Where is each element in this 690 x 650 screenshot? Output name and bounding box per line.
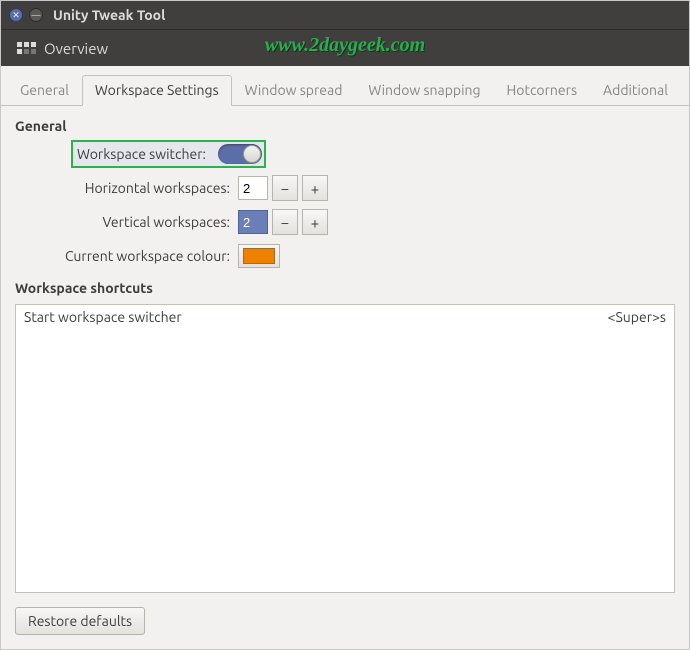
highlight-annotation: Workspace switcher:: [71, 140, 266, 168]
horizontal-workspaces-label: Horizontal workspaces:: [15, 180, 238, 196]
vertical-workspaces-label: Vertical workspaces:: [15, 214, 238, 230]
restore-defaults-button[interactable]: Restore defaults: [15, 607, 145, 635]
vertical-workspaces-input[interactable]: [238, 210, 268, 234]
workspace-switcher-toggle[interactable]: [218, 144, 262, 164]
overview-button[interactable]: Overview: [44, 40, 108, 57]
tab-general[interactable]: General: [7, 75, 82, 106]
vertical-plus-button[interactable]: +: [302, 209, 328, 235]
horizontal-minus-button[interactable]: −: [272, 175, 298, 201]
tab-window-spread[interactable]: Window spread: [232, 75, 356, 106]
workspace-switcher-label: Workspace switcher:: [77, 146, 206, 162]
section-shortcuts-title: Workspace shortcuts: [15, 280, 675, 296]
vertical-minus-button[interactable]: −: [272, 209, 298, 235]
horizontal-workspaces-input[interactable]: [238, 176, 268, 200]
toolbar: Overview www.2daygeek.com: [1, 29, 689, 66]
shortcut-list[interactable]: Start workspace switcher <Super>s: [15, 304, 675, 593]
overview-icon[interactable]: [17, 42, 36, 54]
workspace-colour-button[interactable]: [238, 244, 280, 268]
workspace-switcher-row: Workspace switcher:: [15, 138, 675, 170]
minimize-icon[interactable]: —: [29, 8, 43, 22]
section-general-title: General: [15, 118, 675, 134]
workspace-colour-swatch: [243, 248, 275, 264]
shortcut-row[interactable]: Start workspace switcher <Super>s: [16, 305, 674, 329]
tab-window-snapping[interactable]: Window snapping: [355, 75, 493, 106]
tab-workspace-settings[interactable]: Workspace Settings: [82, 75, 232, 106]
shortcut-name: Start workspace switcher: [24, 309, 182, 325]
vertical-workspaces-row: Vertical workspaces: − +: [15, 206, 675, 238]
horizontal-workspaces-row: Horizontal workspaces: − +: [15, 172, 675, 204]
workspace-colour-label: Current workspace colour:: [15, 248, 238, 264]
close-icon[interactable]: ✕: [9, 8, 23, 22]
titlebar: ✕ — Unity Tweak Tool: [1, 1, 689, 29]
toggle-knob: [243, 145, 261, 163]
workspace-colour-row: Current workspace colour:: [15, 240, 675, 272]
window-title: Unity Tweak Tool: [53, 7, 165, 23]
bottom-bar: Restore defaults: [15, 607, 675, 635]
shortcut-accel: <Super>s: [608, 309, 666, 325]
tab-bar: General Workspace Settings Window spread…: [1, 66, 689, 106]
app-window: ✕ — Unity Tweak Tool Overview www.2dayge…: [0, 0, 690, 650]
tab-additional[interactable]: Additional: [590, 75, 681, 106]
content-pane: General Workspace switcher: Horizontal w…: [1, 106, 689, 649]
tab-hotcorners[interactable]: Hotcorners: [494, 75, 591, 106]
horizontal-plus-button[interactable]: +: [302, 175, 328, 201]
